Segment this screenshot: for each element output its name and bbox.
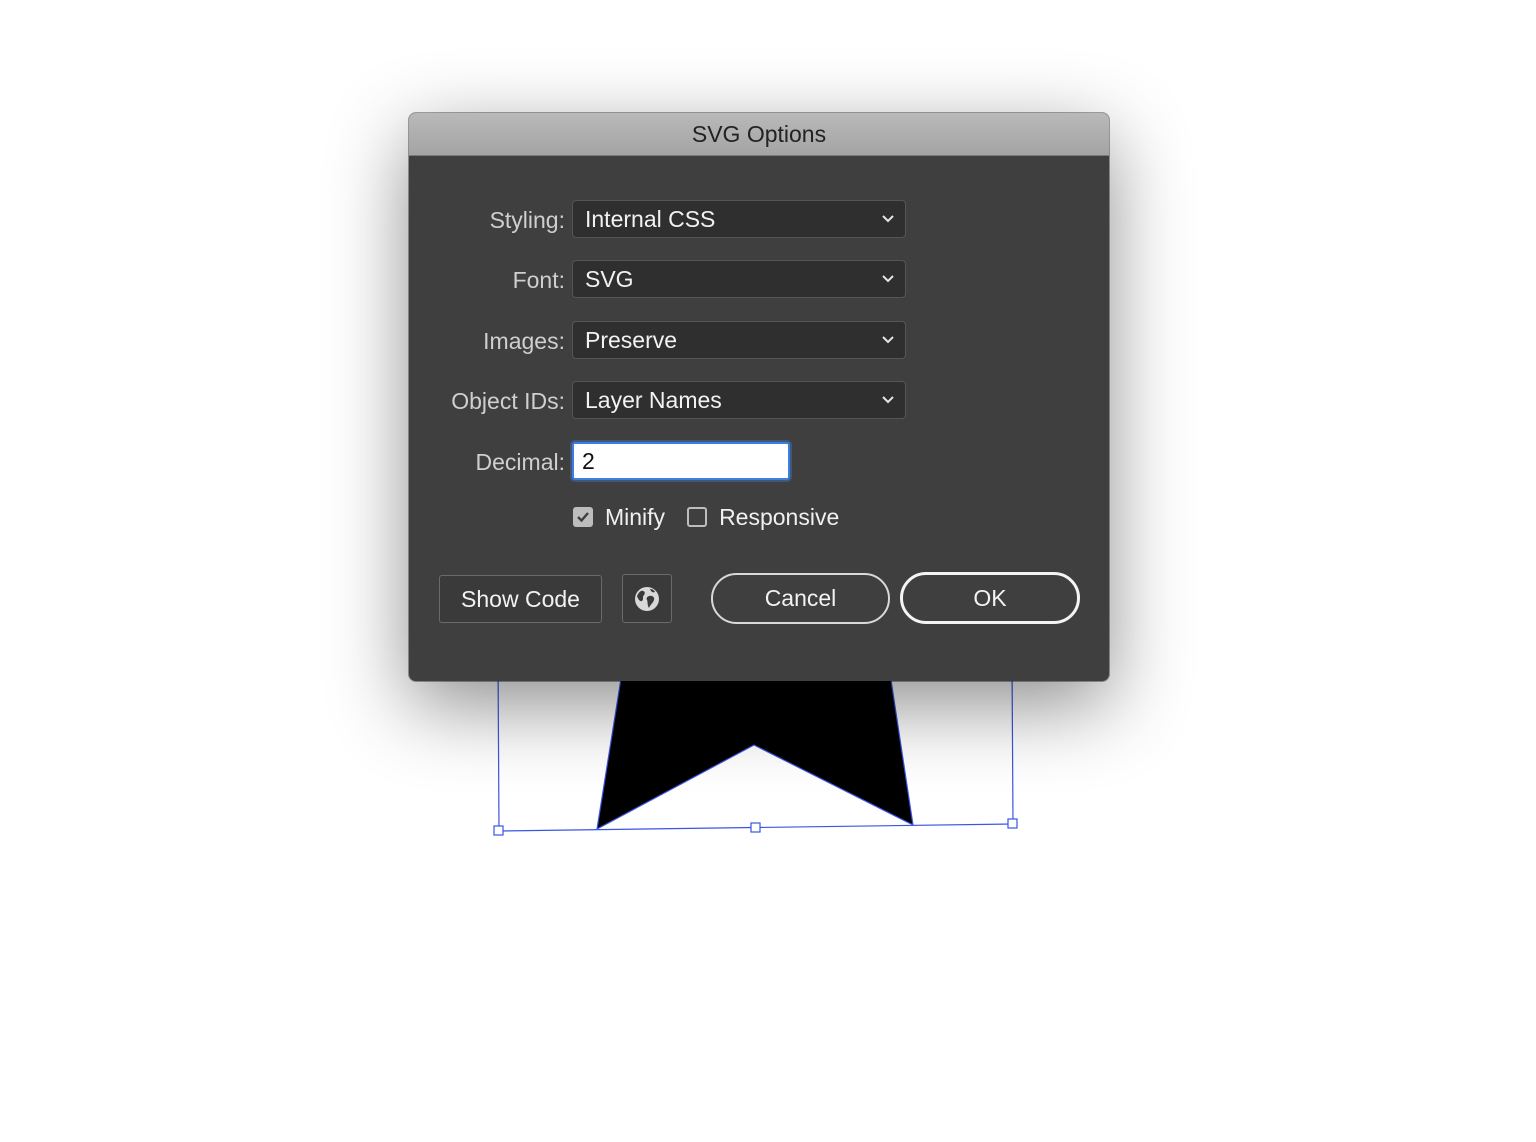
globe-icon — [635, 586, 659, 611]
object-ids-row: Object IDs: Layer Names — [409, 381, 1109, 421]
object-ids-label: Object IDs: — [451, 388, 565, 414]
images-value: Preserve — [585, 327, 678, 353]
styling-label: Styling: — [489, 207, 565, 233]
styling-value: Internal CSS — [585, 206, 716, 232]
minify-checkbox[interactable]: Minify — [573, 504, 665, 531]
options-checkboxes: Minify Responsive — [573, 501, 861, 533]
cancel-label: Cancel — [764, 585, 837, 611]
decimal-input[interactable] — [572, 442, 790, 480]
styling-row: Styling: Internal CSS — [409, 200, 1109, 240]
cancel-button[interactable]: Cancel — [711, 573, 890, 624]
responsive-label: Responsive — [719, 503, 840, 530]
ribbon-shape[interactable] — [596, 659, 914, 831]
styling-select[interactable]: Internal CSS — [572, 200, 906, 238]
chevron-down-icon — [882, 275, 894, 283]
checkbox-unchecked-icon — [687, 507, 708, 527]
chevron-down-icon — [882, 336, 894, 344]
font-row: Font: SVG — [409, 260, 1109, 300]
object-ids-select[interactable]: Layer Names — [572, 381, 906, 419]
font-value: SVG — [585, 266, 634, 292]
ok-label: OK — [973, 584, 1007, 611]
show-code-button[interactable]: Show Code — [439, 575, 602, 623]
dialog-titlebar[interactable]: SVG Options — [409, 113, 1109, 156]
chevron-down-icon — [882, 396, 894, 404]
images-row: Images: Preserve — [409, 321, 1109, 361]
images-select[interactable]: Preserve — [572, 321, 906, 359]
minify-label: Minify — [605, 503, 666, 530]
chevron-down-icon — [882, 215, 894, 223]
font-select[interactable]: SVG — [572, 260, 906, 298]
decimal-label: Decimal: — [475, 449, 565, 475]
show-code-label: Show Code — [461, 585, 580, 612]
object-ids-value: Layer Names — [585, 387, 722, 413]
selection-handle-bottom-center[interactable] — [750, 822, 761, 833]
font-label: Font: — [512, 267, 565, 293]
images-label: Images: — [483, 328, 565, 354]
svg-options-dialog: SVG Options Styling: Internal CSS Font: … — [409, 113, 1109, 681]
decimal-row: Decimal: — [409, 442, 1109, 482]
checkbox-checked-icon — [573, 507, 593, 527]
dialog-title: SVG Options — [691, 120, 827, 147]
selection-handle-bottom-right[interactable] — [1007, 818, 1018, 829]
responsive-checkbox[interactable]: Responsive — [687, 504, 839, 531]
ok-button[interactable]: OK — [900, 572, 1080, 624]
selection-handle-bottom-left[interactable] — [493, 825, 504, 836]
preview-in-browser-button[interactable] — [622, 574, 672, 623]
